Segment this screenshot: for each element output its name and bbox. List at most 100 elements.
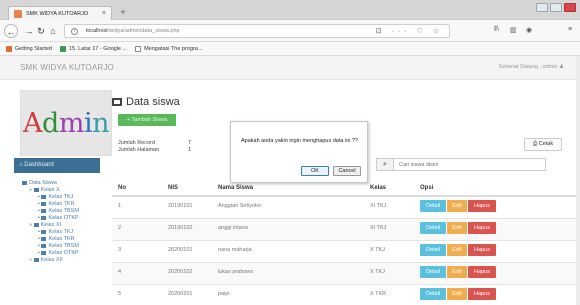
print-button[interactable]: ⎙ Cetak (524, 138, 562, 151)
add-student-button[interactable]: + Tambah Siswa (118, 114, 176, 126)
sidebar-tree-item[interactable]: • Kelas TKJ (22, 194, 112, 201)
cancel-button[interactable]: Cancel (333, 166, 361, 176)
ok-button[interactable]: OK (301, 166, 329, 176)
cell-kelas: X TKJ (364, 261, 414, 284)
students-table: No NIS Nama Siswa Kelas Opsi 1 20190101 An… (112, 180, 576, 305)
print-label: Cetak (538, 141, 554, 147)
dashboard-label: Dashboard (24, 162, 54, 168)
sidebar-tree-item[interactable]: Data Siswa (22, 180, 112, 187)
tab-close-icon[interactable]: × (102, 10, 106, 17)
bookmark-mengatasi[interactable]: Mengatasi The progra... (135, 45, 203, 52)
logo-letter: d (42, 107, 59, 139)
sidebar-tree-item[interactable]: • Kelas OTKP (22, 250, 112, 257)
url-host: localhost (86, 28, 108, 34)
drive-icon (60, 45, 66, 52)
sidebar-item-dashboard[interactable]: ⌂ Dashboard (14, 158, 100, 173)
cell-nis: 20200101 (162, 239, 212, 262)
detail-button[interactable]: Detail (420, 221, 446, 234)
sidebar-tree-label: Kelas OTKP (48, 250, 79, 256)
confirm-delete-dialog: Apakah anda yakin ingin menghapus data i… (230, 121, 368, 183)
table-row: 1 20190101 Anggian Setiyoko XI TKJ Detail Edi… (112, 195, 576, 218)
home-icon[interactable]: ⌂ (46, 24, 60, 38)
sidebar-tree-item[interactable]: • Kelas TKJ (22, 229, 112, 236)
sidebar-tree-label: Kelas TBSM (48, 208, 79, 214)
sidebar-tree-item[interactable]: • Kelas OTKP (22, 215, 112, 222)
logo-letter: m (58, 107, 85, 139)
main-content: Data siswa + Tambah Siswa Jumlah Record 7… (112, 80, 576, 305)
tab-title: SMK WIDYA KUTOARJO (26, 10, 89, 17)
cell-no: 3 (112, 239, 162, 262)
add-student-label: Tambah Siswa (131, 117, 168, 123)
maximize-button[interactable] (550, 3, 562, 12)
user-greeting[interactable]: Selamat Datang , admin ♟ (499, 64, 564, 70)
site-info-icon[interactable]: i (71, 27, 78, 35)
sidebar-tree-item[interactable]: • Kelas TKR (22, 236, 112, 243)
record-summary: Jumlah Record 7 Jumlah Halaman 1 (118, 140, 191, 154)
window-close-button[interactable] (564, 3, 576, 12)
page-title: Data siswa (112, 96, 180, 108)
hapus-button[interactable]: Hapus (468, 287, 496, 300)
library-icon[interactable]: ‖\ (494, 26, 499, 33)
detail-button[interactable]: Detail (420, 265, 446, 278)
sidebar-tree-item[interactable]: • Kelas TBSM (22, 208, 112, 215)
page-icon (135, 45, 142, 52)
url-bar-icons[interactable]: ⊡ ··· ♡ ☆ (376, 27, 443, 35)
minimize-button[interactable] (536, 3, 548, 12)
url-text[interactable]: localhost/widya/admin/data_siswa.php (86, 28, 180, 34)
bookmark-label: Mengatasi The progra... (144, 45, 203, 52)
edit-button[interactable]: Edit (447, 287, 467, 300)
detail-button[interactable]: Detail (420, 200, 446, 212)
cell-no: 1 (112, 195, 162, 218)
browser-tab[interactable]: SMK WIDYA KUTOARJO × (8, 6, 112, 20)
detail-button[interactable]: Detail (420, 243, 446, 256)
logo-letter: i (83, 107, 93, 139)
sidebar-tree-label: Kelas TKR (48, 201, 75, 207)
edit-button[interactable]: Edit (447, 221, 467, 234)
hapus-button[interactable]: Hapus (468, 200, 496, 212)
hapus-button[interactable]: Hapus (468, 221, 496, 234)
sidebar-tree-item[interactable]: • Kelas TBSM (22, 243, 112, 250)
record-count-label: Jumlah Record (118, 140, 155, 146)
sidebar-tree-label: Kelas TKJ (48, 194, 74, 200)
hapus-button[interactable]: Hapus (468, 265, 496, 278)
app-header: SMK WIDYA KUTOARJO Selamat Datang , admi… (0, 56, 580, 80)
search-icon[interactable]: ⌕ (376, 158, 394, 171)
cell-actions: Detail Edit Hapus (414, 261, 576, 284)
sidebar-tree-label: Kelas TKR (48, 236, 75, 242)
sidebar-tree-item[interactable]: » Kelas XI (22, 222, 112, 229)
user-greeting-text: Selamat Datang , admin (498, 64, 558, 70)
back-arrow-icon[interactable]: ← (4, 24, 18, 38)
user-icon: ♟ (559, 64, 564, 70)
sidebar-toggle-icon[interactable]: ▥ (510, 26, 517, 34)
cell-nis: 20200201 (162, 283, 212, 305)
url-bar[interactable]: i localhost/widya/admin/data_siswa.php ⊡… (64, 24, 450, 38)
detail-button[interactable]: Detail (420, 287, 446, 300)
menu-icon[interactable]: ≡ (568, 26, 572, 33)
cell-nama: nana maharja (212, 239, 364, 262)
edit-button[interactable]: Edit (447, 243, 467, 256)
bookmark-getting-started[interactable]: Getting Started (6, 45, 52, 52)
sidebar-tree-item[interactable]: » Kelas XII (22, 257, 112, 264)
table-icon (41, 243, 47, 248)
extension-icon[interactable]: ◉ (526, 26, 532, 34)
cell-kelas: X TKR (364, 283, 414, 305)
hapus-button[interactable]: Hapus (468, 243, 496, 256)
home-icon: ⌂ (19, 162, 23, 168)
column-header: NIS (162, 180, 212, 197)
page-count-label: Jumlah Halaman (118, 147, 160, 153)
edit-button[interactable]: Edit (447, 200, 467, 212)
page-scrollbar[interactable] (576, 56, 580, 305)
bookmark-latar[interactable]: 15. Latar 17 - Google ... (60, 45, 128, 52)
table-icon (33, 187, 39, 192)
brand-title[interactable]: SMK WIDYA KUTOARJO (20, 63, 114, 72)
table-row: 4 20200102 lukas prabowo X TKJ Detail Edit Hap… (112, 261, 576, 284)
bookmark-label: 15. Latar 17 - Google ... (69, 45, 128, 52)
browser-tab-bar: SMK WIDYA KUTOARJO × + (0, 0, 580, 20)
table-icon (33, 257, 39, 262)
search-input[interactable] (394, 158, 546, 171)
cell-kelas: XI TKJ (364, 195, 414, 218)
sidebar-tree-item[interactable]: • Kelas TKR (22, 201, 112, 208)
new-tab-button[interactable]: + (118, 7, 128, 17)
sidebar-tree-item[interactable]: » Kelas X (22, 187, 112, 194)
edit-button[interactable]: Edit (447, 265, 467, 278)
